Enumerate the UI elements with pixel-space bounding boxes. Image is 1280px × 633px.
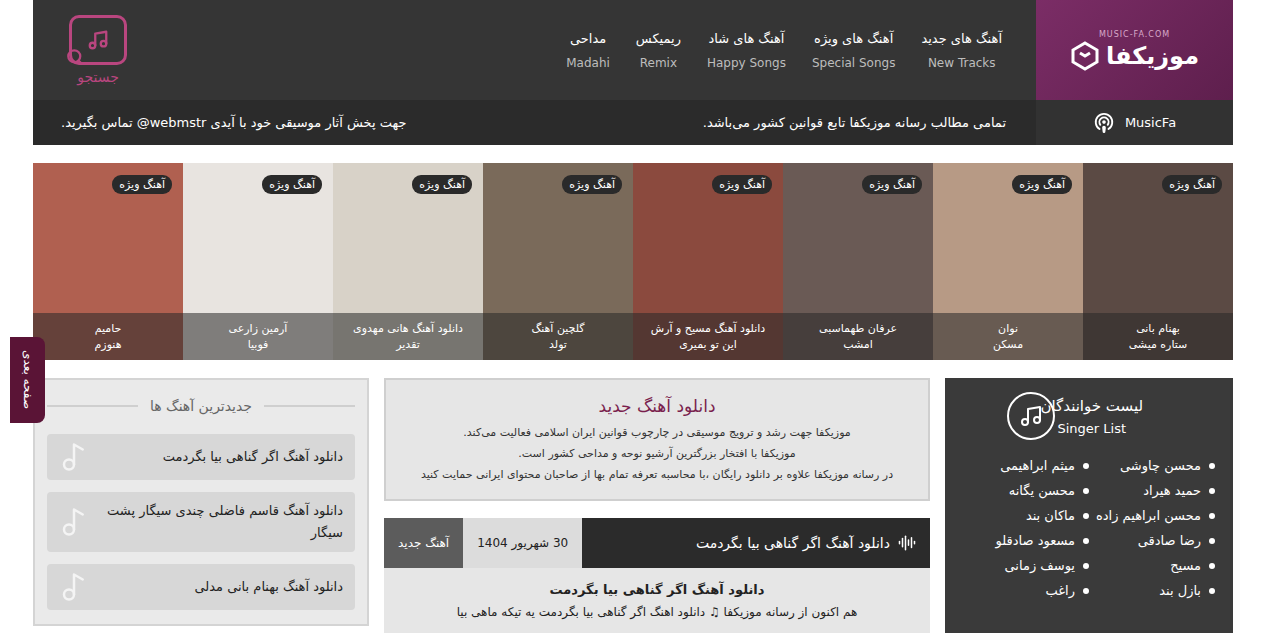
singer-item[interactable]: مسعود صادقلو [963, 533, 1089, 548]
badge: آهنگ ویژه [712, 175, 772, 194]
badge: آهنگ ویژه [112, 175, 172, 194]
nav-item[interactable]: آهنگ های شادHappy Songs [707, 31, 786, 70]
badge: آهنگ ویژه [262, 175, 322, 194]
latest-item[interactable]: دانلود آهنگ قاسم فاضلی چندی سیگار پشت سی… [47, 492, 355, 552]
badge: آهنگ ویژه [1162, 175, 1222, 194]
post-date: 30 شهریور 1404 [463, 518, 582, 568]
singer-item[interactable]: میثم ابراهیمی [963, 458, 1089, 473]
post-heading: دانلود آهنگ اگر گناهی بیا بگردمت [550, 582, 765, 597]
intro-box: دانلود آهنگ جدید موزیکفا جهت رشد و ترویج … [384, 378, 930, 501]
brand: MusicFa [1036, 100, 1233, 145]
music-note-icon [59, 572, 89, 602]
logo-domain: MUSIC-FA.COM [1099, 30, 1170, 39]
tile-caption: گلچین آهنگتولد [483, 313, 633, 360]
badge: آهنگ ویژه [412, 175, 472, 194]
nav-item[interactable]: ریمیکسRemix [636, 31, 681, 70]
search-icon [66, 48, 84, 66]
music-icon [87, 29, 109, 51]
logo-icon [1070, 41, 1100, 71]
featured-tile[interactable]: آهنگ ویژه نوانمسکن [933, 163, 1083, 360]
main-content: دانلود آهنگ جدید موزیکفا جهت رشد و ترویج … [384, 378, 930, 633]
singer-item[interactable]: مسیح [1089, 558, 1215, 573]
contact-text: جهت پخش آثار موسیقی خود با آیدی webmstr@… [33, 115, 407, 130]
featured-tile[interactable]: آهنگ ویژه حامیمهنوزم [33, 163, 183, 360]
featured-tile[interactable]: آهنگ ویژه عرفان طهماسبیامشب [783, 163, 933, 360]
intro-line: موزیکفا جهت رشد و ترویج موسیقی در چارچوب… [463, 424, 850, 441]
nav-item[interactable]: مداحیMadahi [566, 31, 610, 70]
intro-line: موزیکفا با افتخار بزرگترین آرشیو نوحه و … [518, 445, 795, 462]
tile-caption: حامیمهنوزم [33, 313, 183, 360]
singer-list-subtitle: Singer List [1057, 421, 1126, 436]
tile-caption: آرمین زارعیفوبیا [183, 313, 333, 360]
featured-tile[interactable]: آهنگ ویژه دانلود آهنگ هانی مهدویتقدیر [333, 163, 483, 360]
search-button[interactable]: جستجو [33, 0, 163, 100]
next-page-tab[interactable]: صفحه بعدی [10, 337, 45, 423]
columns: لیست خوانندگان Singer List محسن چاوشیمیثم … [33, 378, 1233, 633]
tile-caption: عرفان طهماسبیامشب [783, 313, 933, 360]
page: MUSIC-FA.COM موزیکفا آهنگ های جدیدNew Trac… [33, 0, 1233, 633]
featured-tile[interactable]: آهنگ ویژه دانلود آهنگ مسیح و آرشاین تو بم… [633, 163, 783, 360]
tile-caption: دانلود آهنگ مسیح و آرشاین تو بمیری [633, 313, 783, 360]
main-nav: آهنگ های جدیدNew Tracks آهنگ های ویژهSpec… [163, 0, 1036, 100]
logo-name: موزیکفا [1106, 42, 1199, 70]
latest-title: جدیدترین آهنگ ها [47, 394, 355, 422]
featured-slider: آهنگ ویژه بهنام بانیستاره میشی آهنگ ویژه نو… [33, 163, 1233, 360]
intro-line: در رسانه موزیکفا علاوه بر دانلود رایگان … [421, 466, 893, 483]
featured-tile[interactable]: آهنگ ویژه گلچین آهنگتولد [483, 163, 633, 360]
post-category[interactable]: آهنگ جدید [384, 518, 463, 568]
logo[interactable]: MUSIC-FA.COM موزیکفا [1036, 0, 1233, 100]
intro-title: دانلود آهنگ جدید [599, 396, 716, 416]
singer-list-title: لیست خوانندگان [1041, 397, 1143, 415]
badge: آهنگ ویژه [1012, 175, 1072, 194]
music-note-icon [59, 507, 89, 537]
latest-item[interactable]: دانلود آهنگ بهنام بانی مدلی [47, 564, 355, 610]
singer-list: لیست خوانندگان Singer List محسن چاوشیمیثم … [945, 378, 1233, 633]
singer-item[interactable]: حمید هیراد [1089, 483, 1215, 498]
featured-tile[interactable]: آهنگ ویژه بهنام بانیستاره میشی [1083, 163, 1233, 360]
singer-item[interactable]: راغب [963, 583, 1089, 598]
singer-item[interactable]: رضا صادقی [1089, 533, 1215, 548]
audio-wave-icon [898, 534, 916, 552]
singer-item[interactable]: محسن یگانه [963, 483, 1089, 498]
post-bar: دانلود آهنگ اگر گناهی بیا بگردمت30 شهریو… [384, 518, 930, 568]
notice-bar: MusicFaتمامی مطالب رسانه موزیکفا تابع قو… [33, 100, 1233, 145]
post-body: دانلود آهنگ اگر گناهی بیا بگردمت هم اکنون… [384, 568, 930, 633]
post-title[interactable]: دانلود آهنگ اگر گناهی بیا بگردمت [582, 518, 930, 568]
music-note-icon [59, 442, 89, 472]
tile-caption: بهنام بانیستاره میشی [1083, 313, 1233, 360]
singer-item[interactable]: محسن ابراهیم زاده [1089, 508, 1215, 523]
latest-songs: جدیدترین آهنگ ها دانلود آهنگ اگر گناهی بی… [33, 378, 369, 626]
latest-item[interactable]: دانلود آهنگ اگر گناهی بیا بگردمت [47, 434, 355, 480]
tile-caption: دانلود آهنگ هانی مهدویتقدیر [333, 313, 483, 360]
notice-text: تمامی مطالب رسانه موزیکفا تابع قوانین کش… [407, 115, 1037, 130]
post: دانلود آهنگ اگر گناهی بیا بگردمت30 شهریو… [384, 518, 930, 633]
post-excerpt: هم اکنون از رسانه موزیکفا ♫ دانلود اهنگ … [457, 605, 858, 619]
tile-caption: نوانمسکن [933, 313, 1083, 360]
header: MUSIC-FA.COM موزیکفا آهنگ های جدیدNew Trac… [33, 0, 1233, 100]
nav-item[interactable]: آهنگ های جدیدNew Tracks [921, 31, 1002, 70]
singer-item[interactable]: ماکان بند [963, 508, 1089, 523]
singer-item[interactable]: یوسف زمانی [963, 558, 1089, 573]
badge: آهنگ ویژه [862, 175, 922, 194]
podcast-icon [1093, 112, 1115, 134]
singer-item[interactable]: بازل بند [1089, 583, 1215, 598]
nav-item[interactable]: آهنگ های ویژهSpecial Songs [812, 31, 895, 70]
badge: آهنگ ویژه [562, 175, 622, 194]
singer-item[interactable]: محسن چاوشی [1089, 458, 1215, 473]
featured-tile[interactable]: آهنگ ویژه آرمین زارعیفوبیا [183, 163, 333, 360]
